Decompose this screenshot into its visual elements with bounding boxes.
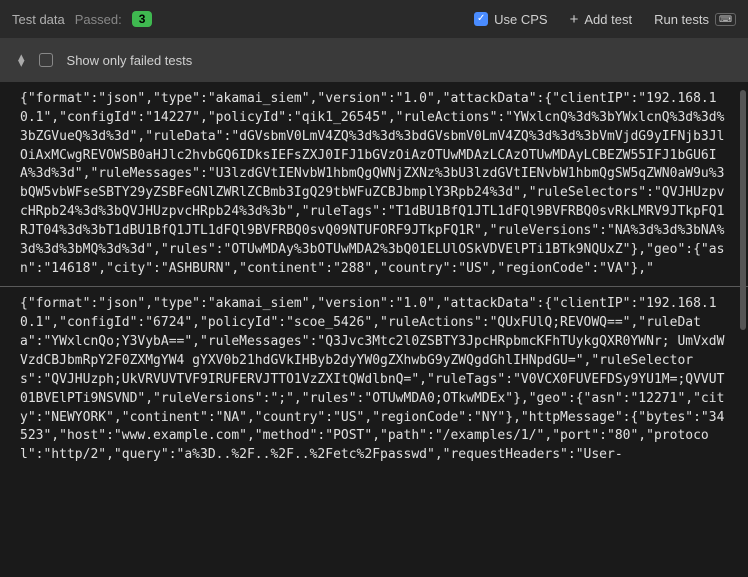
show-failed-label: Show only failed tests [67, 53, 193, 68]
plus-icon: + [570, 12, 579, 27]
add-test-label: Add test [584, 12, 632, 27]
use-cps-checkbox[interactable]: ✓ Use CPS [474, 12, 547, 27]
sort-icon[interactable]: ▴▾ [18, 54, 25, 67]
run-tests-button[interactable]: Run tests ⌨ [654, 12, 736, 27]
test-data-title: Test data [12, 12, 65, 27]
add-test-button[interactable]: + Add test [570, 12, 632, 27]
run-tests-label: Run tests [654, 12, 709, 27]
keyboard-icon: ⌨ [715, 13, 736, 26]
show-failed-checkbox[interactable] [39, 53, 53, 67]
test-data-row[interactable]: {"format":"json","type":"akamai_siem","v… [0, 82, 748, 287]
test-data-list: {"format":"json","type":"akamai_siem","v… [0, 82, 748, 577]
passed-count-badge: 3 [132, 11, 153, 27]
test-data-row[interactable]: {"format":"json","type":"akamai_siem","v… [0, 287, 748, 473]
checkbox-checked-icon: ✓ [474, 12, 488, 26]
passed-label: Passed: [75, 12, 122, 27]
scrollbar[interactable] [740, 90, 746, 330]
use-cps-label: Use CPS [494, 12, 547, 27]
